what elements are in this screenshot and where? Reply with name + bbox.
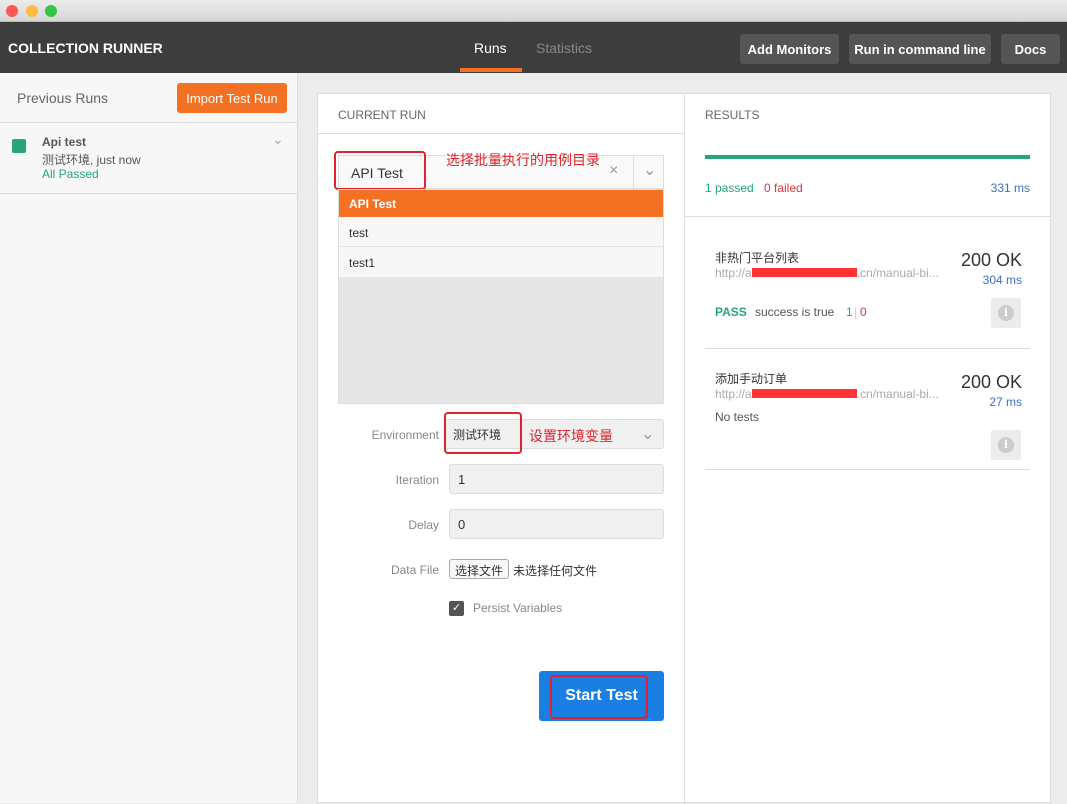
add-monitors-button[interactable]: Add Monitors [740, 34, 839, 64]
total-time: 331 ms [990, 181, 1030, 195]
app-title: COLLECTION RUNNER [8, 40, 163, 56]
app-header: COLLECTION RUNNER Runs Statistics Add Mo… [0, 22, 1067, 73]
info-button[interactable]: i [991, 430, 1021, 460]
redaction-mark [751, 389, 857, 398]
chevron-down-icon[interactable]: ⌄ [272, 131, 284, 148]
url-suffix: .cn/manual-bi... [856, 387, 939, 401]
url-prefix: http://a [715, 387, 752, 401]
passed-count: 1 passed [705, 181, 754, 195]
current-run-heading: CURRENT RUN [338, 108, 426, 122]
run-status-icon [12, 139, 26, 153]
divider [318, 133, 684, 134]
annotation-box [550, 675, 648, 719]
close-window-button[interactable] [6, 5, 18, 17]
run-name: Api test [42, 135, 87, 149]
run-status: All Passed [42, 167, 99, 181]
data-file-label: Data File [390, 563, 439, 577]
run-command-line-button[interactable]: Run in command line [849, 34, 991, 64]
iteration-label: Iteration [395, 473, 439, 487]
option-test[interactable]: test [339, 217, 663, 247]
results-heading: RESULTS [705, 108, 760, 122]
test-fail-count: 0 [860, 305, 867, 319]
info-icon: i [998, 305, 1014, 321]
annotation-box [334, 151, 426, 190]
request-name: 非热门平台列表 [715, 251, 800, 265]
active-tab-indicator [460, 68, 522, 72]
chevron-down-icon[interactable]: ⌄ [643, 160, 656, 180]
column-divider [684, 94, 685, 804]
clear-icon[interactable]: × [609, 162, 618, 180]
request-url: http://a .cn/manual-bi... [715, 266, 939, 280]
delay-input[interactable]: 0 [449, 509, 664, 539]
test-result: PASS [715, 305, 747, 319]
chevron-down-icon: ⌄ [641, 426, 655, 443]
redaction-mark [751, 268, 857, 277]
response-status: 200 OK [960, 250, 1022, 270]
sidebar: Previous Runs Import Test Run Api test 测… [0, 73, 298, 803]
request-url: http://a .cn/manual-bi... [715, 387, 939, 401]
docs-button[interactable]: Docs [1001, 34, 1060, 64]
run-list-item[interactable]: Api test 测试环境, just now All Passed ⌄ [0, 122, 297, 194]
window-titlebar [0, 0, 1067, 22]
tab-statistics[interactable]: Statistics [536, 40, 592, 56]
runner-panel: CURRENT RUN RESULTS API Test × ⌄ 选择批量执行的… [317, 93, 1051, 804]
response-time: 304 ms [982, 273, 1022, 287]
option-test1[interactable]: test1 [339, 247, 663, 277]
divider [633, 156, 634, 188]
url-prefix: http://a [715, 266, 752, 280]
annotation-environment: 设置环境变量 [529, 428, 613, 444]
zoom-window-button[interactable] [45, 5, 57, 17]
import-test-run-button[interactable]: Import Test Run [177, 83, 287, 113]
divider [685, 216, 1051, 217]
separator: | [854, 305, 858, 319]
failed-count: 0 failed [764, 181, 803, 195]
collection-dropdown: API Test test test1 [338, 189, 664, 404]
response-status: 200 OK [960, 372, 1022, 392]
iteration-input[interactable]: 1 [449, 464, 664, 494]
minimize-window-button[interactable] [26, 5, 38, 17]
tab-runs[interactable]: Runs [474, 40, 507, 56]
info-button[interactable]: i [991, 298, 1021, 328]
persist-variables-label: Persist Variables [473, 601, 563, 615]
persist-variables-checkbox[interactable]: ✓ [449, 601, 464, 616]
results-progress-bar [705, 155, 1030, 159]
option-api-test[interactable]: API Test [339, 190, 663, 217]
result-item[interactable]: 非热门平台列表 http://a .cn/manual-bi... 200 OK … [705, 234, 1030, 349]
environment-label: Environment [371, 428, 439, 442]
choose-file-button[interactable]: 选择文件 [449, 559, 510, 579]
result-item[interactable]: 添加手动订单 http://a .cn/manual-bi... 200 OK 2… [705, 350, 1030, 470]
request-name: 添加手动订单 [715, 372, 788, 386]
test-name: success is true [755, 305, 835, 319]
no-file-text: 未选择任何文件 [513, 564, 598, 578]
info-icon: i [998, 437, 1014, 453]
annotation-box [444, 412, 522, 454]
response-time: 27 ms [989, 395, 1022, 409]
delay-label: Delay [408, 518, 439, 532]
url-suffix: .cn/manual-bi... [856, 266, 939, 280]
no-tests-text: No tests [715, 410, 760, 424]
run-subtitle: 测试环境, just now [42, 153, 141, 167]
annotation-collection: 选择批量执行的用例目录 [446, 152, 600, 168]
test-pass-count: 1 [846, 305, 853, 319]
previous-runs-title: Previous Runs [17, 90, 109, 106]
